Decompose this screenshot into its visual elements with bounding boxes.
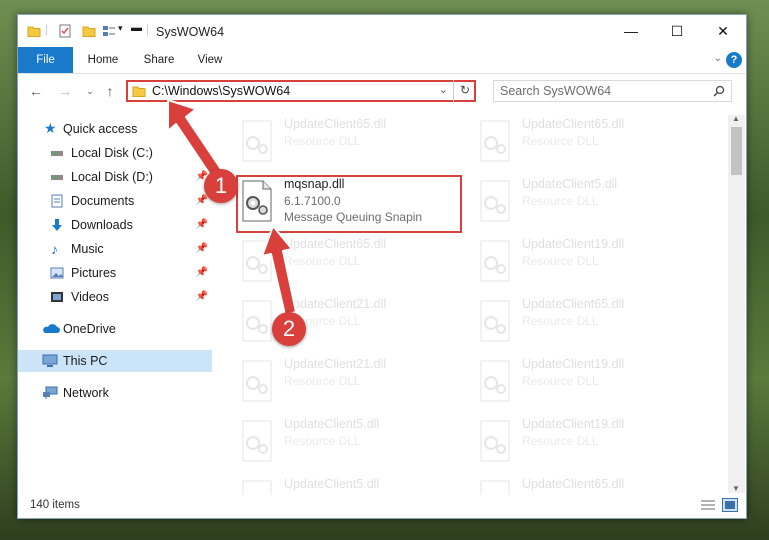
- step-badge-2: 2: [272, 312, 306, 346]
- step-badge-1: 1: [204, 169, 238, 203]
- arrow-2: [261, 225, 297, 316]
- annotation-arrows: [167, 99, 297, 316]
